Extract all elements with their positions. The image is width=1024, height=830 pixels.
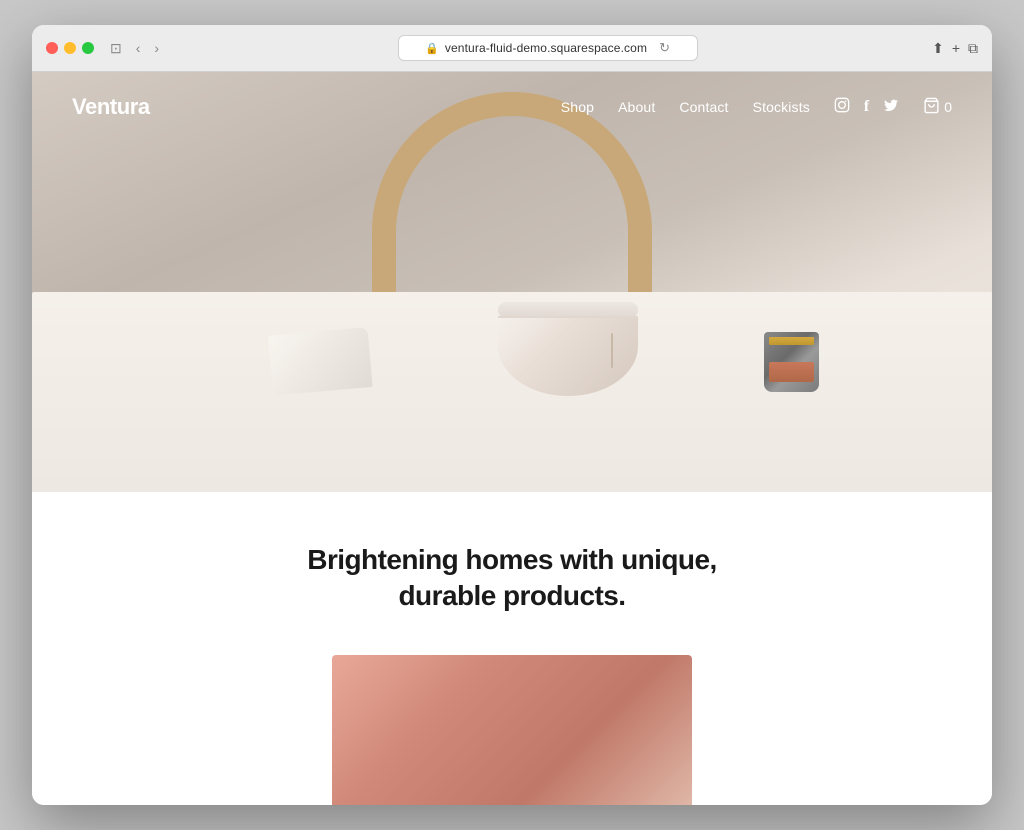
site-logo[interactable]: Ventura xyxy=(72,94,150,120)
nav-right: Shop About Contact Stockists f xyxy=(561,97,952,117)
new-tab-button[interactable]: + xyxy=(952,40,960,56)
instagram-icon[interactable] xyxy=(834,97,850,117)
sidebar-toggle-button[interactable]: ⊡ xyxy=(106,39,126,57)
cart-link[interactable]: 0 xyxy=(923,97,952,117)
cart-count: 0 xyxy=(944,99,952,115)
lock-icon: 🔒 xyxy=(425,42,439,55)
nav-contact[interactable]: Contact xyxy=(679,99,728,115)
small-cup-decoration xyxy=(764,332,819,397)
nav-about[interactable]: About xyxy=(618,99,655,115)
browser-window: ⊡ ‹ › 🔒 ventura-fluid-demo.squarespace.c… xyxy=(32,25,992,805)
tagline-line2: durable products. xyxy=(399,580,626,611)
tile-button[interactable]: ⧉ xyxy=(968,40,978,57)
cup-stripe-gold xyxy=(769,337,814,345)
site-navigation: Ventura Shop About Contact Stockists xyxy=(32,72,992,142)
twitter-icon[interactable] xyxy=(883,97,899,117)
bowl-decoration xyxy=(498,302,638,392)
social-icons: f xyxy=(834,97,899,117)
browser-actions: ⬆ + ⧉ xyxy=(932,40,978,57)
hero-section: Ventura Shop About Contact Stockists xyxy=(32,72,992,492)
facebook-icon[interactable]: f xyxy=(864,98,869,116)
browser-chrome: ⊡ ‹ › 🔒 ventura-fluid-demo.squarespace.c… xyxy=(32,25,992,72)
cart-icon xyxy=(923,97,940,117)
browser-controls: ⊡ ‹ › xyxy=(106,39,163,57)
traffic-lights xyxy=(46,42,94,54)
forward-button[interactable]: › xyxy=(150,39,163,57)
nav-stockists[interactable]: Stockists xyxy=(753,99,810,115)
back-button[interactable]: ‹ xyxy=(132,39,145,57)
bowl-drip xyxy=(611,333,613,368)
maximize-button[interactable] xyxy=(82,42,94,54)
share-button[interactable]: ⬆ xyxy=(932,40,944,57)
close-button[interactable] xyxy=(46,42,58,54)
bowl-body xyxy=(498,316,638,396)
url-bar[interactable]: 🔒 ventura-fluid-demo.squarespace.com ↻ xyxy=(398,35,698,61)
tagline-line1: Brightening homes with unique, xyxy=(307,544,716,575)
cup-stripe xyxy=(769,362,814,382)
site-content: Ventura Shop About Contact Stockists xyxy=(32,72,992,805)
refresh-button[interactable]: ↻ xyxy=(659,40,670,56)
content-section: Brightening homes with unique, durable p… xyxy=(32,492,992,805)
address-bar: 🔒 ventura-fluid-demo.squarespace.com ↻ xyxy=(175,35,920,61)
product-thumbnail-1[interactable] xyxy=(332,655,692,805)
products-row xyxy=(72,655,952,805)
minimize-button[interactable] xyxy=(64,42,76,54)
nav-shop[interactable]: Shop xyxy=(561,99,594,115)
cup-body xyxy=(764,332,819,392)
url-text: ventura-fluid-demo.squarespace.com xyxy=(445,41,647,55)
cloth-decoration xyxy=(268,327,373,395)
tagline: Brightening homes with unique, durable p… xyxy=(307,542,716,615)
